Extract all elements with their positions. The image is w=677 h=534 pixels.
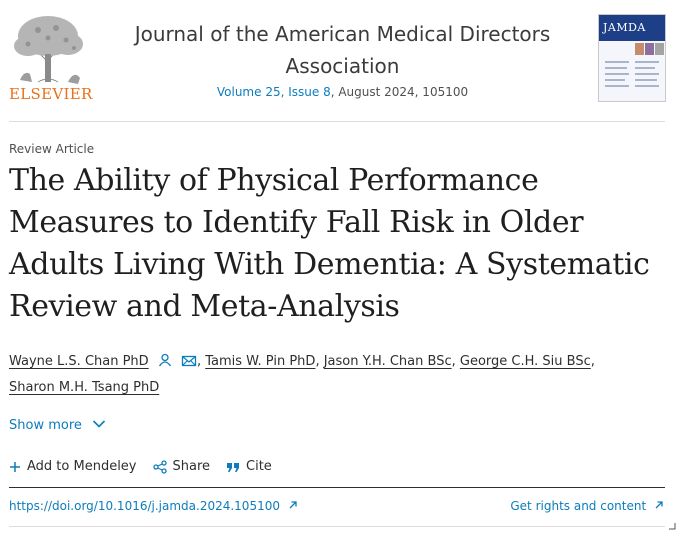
author-link[interactable]: Jason Y.H. Chan BSc: [324, 354, 452, 369]
volume-issue-line: Volume 25, Issue 8, August 2024, 105100: [120, 85, 565, 99]
plus-icon: [10, 461, 20, 472]
add-to-mendeley-label: Add to Mendeley: [27, 459, 137, 474]
show-more-label: Show more: [9, 418, 82, 433]
volume-issue-link[interactable]: Volume 25, Issue 8: [217, 85, 331, 99]
author-link[interactable]: George C.H. Siu BSc: [460, 354, 591, 369]
article-title: The Ability of Physical Performance Meas…: [9, 163, 650, 324]
chevron-down-icon: [92, 420, 106, 428]
resize-corner-icon: [669, 523, 676, 530]
author-link[interactable]: Wayne L.S. Chan PhD: [9, 354, 149, 369]
doi-divider: [9, 487, 665, 488]
get-rights-label: Get rights and content: [510, 499, 647, 513]
quote-icon: [227, 462, 240, 472]
external-link-icon: [289, 501, 297, 509]
email-icon[interactable]: [181, 354, 197, 368]
doi-text: https://doi.org/10.1016/j.jamda.2024.105…: [9, 499, 280, 513]
header-divider: [9, 121, 665, 122]
author-list: Wayne L.S. Chan PhD , Tamis W. Pin PhD, …: [9, 352, 595, 395]
show-more-button[interactable]: Show more: [9, 418, 106, 433]
article-actions-toolbar: Add to Mendeley Share Cite: [9, 459, 272, 474]
cite-button[interactable]: Cite: [226, 459, 272, 474]
share-icon: [152, 459, 167, 474]
issue-date-article: , August 2024, 105100: [330, 85, 469, 99]
author-link[interactable]: Tamis W. Pin PhD: [205, 354, 315, 369]
author-link[interactable]: Sharon M.H. Tsang PhD: [9, 380, 159, 395]
journal-title[interactable]: Journal of the American Medical Director…: [120, 18, 565, 82]
elsevier-wordmark: ELSEVIER: [9, 85, 93, 103]
get-rights-link[interactable]: Get rights and content: [510, 499, 664, 513]
add-to-mendeley-button[interactable]: Add to Mendeley: [9, 459, 137, 474]
share-button[interactable]: Share: [152, 459, 211, 474]
external-link-icon: [655, 501, 663, 509]
article-type: Review Article: [9, 142, 95, 156]
cite-label: Cite: [246, 459, 272, 474]
share-label: Share: [172, 459, 211, 474]
journal-cover-thumbnail[interactable]: JAMDA: [598, 14, 666, 102]
person-icon[interactable]: [157, 352, 173, 368]
doi-link[interactable]: https://doi.org/10.1016/j.jamda.2024.105…: [9, 499, 298, 513]
cover-title: JAMDA: [603, 21, 646, 34]
bottom-divider: [9, 526, 665, 527]
